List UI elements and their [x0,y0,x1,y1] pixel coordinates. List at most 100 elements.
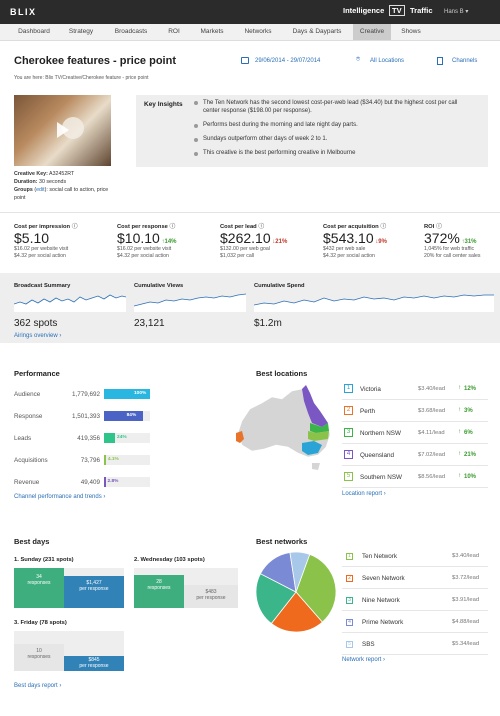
network-name: Ten Network [362,553,397,560]
tab-dashboard[interactable]: Dashboard [9,24,59,40]
date-range[interactable]: 29/06/2014 - 29/07/2014 [255,58,320,64]
tab-shows[interactable]: Shows [395,24,427,40]
location-row[interactable]: 1 Victoria $3.40/lead ↑ 12% [342,382,488,400]
user-menu[interactable]: Hans B ▾ [444,8,468,15]
nav-intelligence[interactable]: Intelligence [343,6,384,15]
arrow-up-icon: ↑ [458,429,461,435]
location-cost: $3.40/lead [418,386,446,392]
nav-traffic[interactable]: Traffic [410,6,433,15]
location-cost: $8.56/lead [418,474,446,480]
location-rank: 4 [344,450,353,459]
channels-filter[interactable]: Channels [452,58,477,64]
location-row[interactable]: 3 Northern NSW $4.11/lead ↑ 6% [342,426,488,444]
views-sparkline [134,293,246,312]
insight-item: This creative is the best performing cre… [203,150,356,156]
network-rank: 5 [346,641,353,648]
edit-groups-link[interactable]: edit [36,187,45,193]
network-cost: $5.34/lead [452,641,480,647]
chevron-right-icon: › [383,491,386,497]
nav-tv[interactable]: TV [389,5,405,16]
key-insights-title: Key Insights [144,101,183,108]
location-name: Queensland [360,452,394,459]
play-icon[interactable] [57,122,69,138]
channel-performance-link[interactable]: Channel performance and trends › [14,494,105,500]
location-row[interactable]: 2 Perth $3.68/lead ↑ 3% [342,404,488,422]
arrow-up-icon: ↑ [458,385,461,391]
network-cost: $4.88/lead [452,619,480,625]
bullet-icon [194,101,198,105]
summary-value: 362 spots [14,318,58,329]
performance-label: Revenue [14,479,40,486]
kpi-sub: $16.02 per website visit [117,246,172,252]
cost-per-response-block: $845 per response [64,656,124,671]
location-rank: 3 [344,428,353,437]
creative-details: Creative Key: A32452RT Duration: 30 seco… [14,171,109,201]
chevron-right-icon: › [59,333,62,339]
kpi-sub: $1,032 per call [220,253,255,259]
broadcast-sparkline [14,294,126,312]
chevron-right-icon: › [59,683,62,689]
top-bar: BLIX Intelligence TV Traffic Hans B ▾ [0,0,500,24]
insight-item: Performs best during the morning and lat… [203,122,358,128]
tab-days-dayparts[interactable]: Days & Dayparts [283,24,351,40]
duration-value: 30 seconds [39,179,67,185]
spend-sparkline [254,294,494,312]
location-change: 3% [464,408,473,414]
document-icon [437,57,443,65]
location-rank: 5 [344,472,353,481]
location-row[interactable]: 4 Queensland $7.02/lead ↑ 21% [342,448,488,466]
tab-networks[interactable]: Networks [236,24,280,40]
kpi-sub: $4.32 per social action [117,253,169,259]
performance-pct: 4.1% [107,457,119,462]
kpi-roi: ROI ⓘ 372% ↑31% 1,045% for web traffic 2… [424,221,498,260]
performance-label: Response [14,413,43,420]
creative-video-thumbnail[interactable] [14,95,111,166]
bullet-icon [194,124,198,128]
tab-creative[interactable]: Creative [353,24,391,40]
network-row[interactable]: 2 Seven Network $3.72/lead [342,571,488,589]
airings-overview-link[interactable]: Airings overview › [14,333,61,339]
tab-strategy[interactable]: Strategy [59,24,103,40]
network-row[interactable]: 5 SBS $5.34/lead [342,637,488,655]
network-row[interactable]: 3 Nine Network $3.91/lead [342,593,488,611]
arrow-up-icon: ↑ [458,451,461,457]
location-report-link[interactable]: Location report › [342,491,386,497]
responses-block: 10 responses [14,644,64,671]
insight-item: Sundays outperform other days of week 2 … [203,136,328,142]
location-cost: $7.02/lead [418,452,446,458]
network-name: Prime Network [362,619,404,626]
location-row[interactable]: 5 Southern NSW $8.56/lead ↑ 10% [342,470,488,488]
network-name: Seven Network [362,575,405,582]
performance-pct: 2.8% [107,479,119,484]
network-report-link[interactable]: Network report › [342,657,385,663]
day-label: 3. Friday (78 spots) [14,620,67,626]
network-name: SBS [362,641,375,648]
location-change: 21% [464,452,477,458]
best-days-report-link[interactable]: Best days report › [14,683,61,689]
performance-label: Leads [14,435,32,442]
performance-value: 73,796 [80,457,100,464]
locations-filter[interactable]: All Locations [370,58,404,64]
network-cost: $3.40/lead [452,553,480,559]
groups-label: Groups [14,187,33,193]
tab-markets[interactable]: Markets [193,24,231,40]
day-card-friday: 3. Friday (78 spots) 10 responses $845 per… [14,620,124,671]
network-row[interactable]: 4 Prime Network $4.88/lead [342,615,488,633]
network-row[interactable]: 1 Ten Network $3.40/lead [342,549,488,567]
kpi-value: $543.10 [323,230,374,246]
arrow-up-icon: ↑ [458,473,461,479]
kpi-cost-per-impression: Cost per impression ⓘ $5.10 $16.02 per w… [14,221,114,260]
location-name: Victoria [360,386,381,393]
kpi-change: 21% [275,239,288,245]
summary-value: 23,121 [134,318,165,329]
user-name: Hans B [444,9,464,15]
bullet-icon [194,138,198,142]
performance-row: Revenue 49,409 2.8% [14,476,234,490]
info-icon[interactable]: ⓘ [72,224,78,230]
location-rank: 1 [344,384,353,393]
tab-broadcasts[interactable]: Broadcasts [106,24,156,40]
tab-roi[interactable]: ROI [160,24,188,40]
performance-value: 419,356 [77,435,100,442]
chevron-down-icon: ▾ [465,9,469,15]
networks-pie-chart [255,551,337,633]
